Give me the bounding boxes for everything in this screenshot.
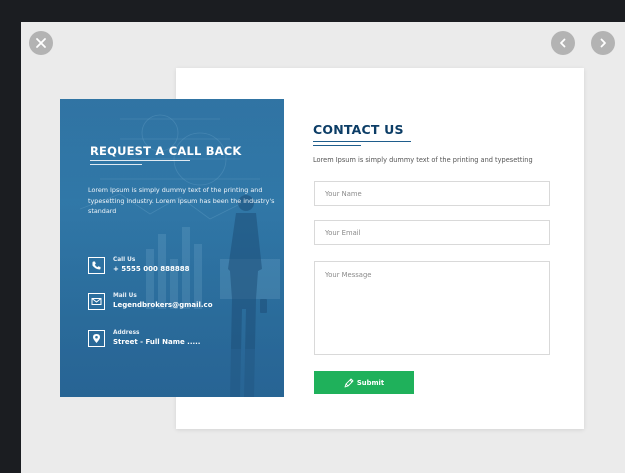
callback-underline (90, 160, 190, 161)
send-icon (344, 373, 354, 392)
call-us-label: Call Us (113, 257, 136, 263)
contact-title: CONTACT US (313, 122, 404, 137)
submit-button[interactable]: Submit (314, 371, 414, 394)
callback-title: REQUEST A CALL BACK (90, 144, 242, 158)
submit-label: Submit (356, 378, 385, 387)
contact-subtitle: Lorem Ipsum is simply dummy text of the … (313, 156, 533, 164)
phone-icon (88, 257, 105, 274)
name-field[interactable]: Your Name (314, 181, 550, 206)
title-underline-short (313, 145, 361, 146)
mail-us-item[interactable]: Mail Us Legendbrokers@gmail.co (88, 292, 213, 311)
address-value: Street - Full Name ..... (113, 338, 201, 346)
address-label: Address (113, 330, 140, 336)
chevron-left-icon (557, 37, 569, 49)
callback-panel: REQUEST A CALL BACK Lorem Ipsum is simpl… (60, 99, 284, 397)
email-field[interactable]: Your Email (314, 220, 550, 245)
close-button[interactable] (29, 31, 53, 55)
callback-underline-short (90, 164, 142, 165)
mail-us-label: Mail Us (113, 293, 137, 299)
location-icon (88, 330, 105, 347)
address-item[interactable]: Address Street - Full Name ..... (88, 329, 200, 348)
email-address: Legendbrokers@gmail.co (113, 301, 213, 309)
callback-text: Lorem Ipsum is simply dummy text of the … (88, 186, 275, 215)
chevron-right-icon (597, 37, 609, 49)
title-underline (313, 141, 411, 142)
previous-button[interactable] (551, 31, 575, 55)
phone-number: + 5555 000 888888 (113, 265, 190, 273)
close-icon (35, 37, 47, 49)
next-button[interactable] (591, 31, 615, 55)
call-us-item[interactable]: Call Us + 5555 000 888888 (88, 256, 190, 275)
mail-icon (88, 293, 105, 310)
message-field[interactable]: Your Message (314, 261, 550, 355)
